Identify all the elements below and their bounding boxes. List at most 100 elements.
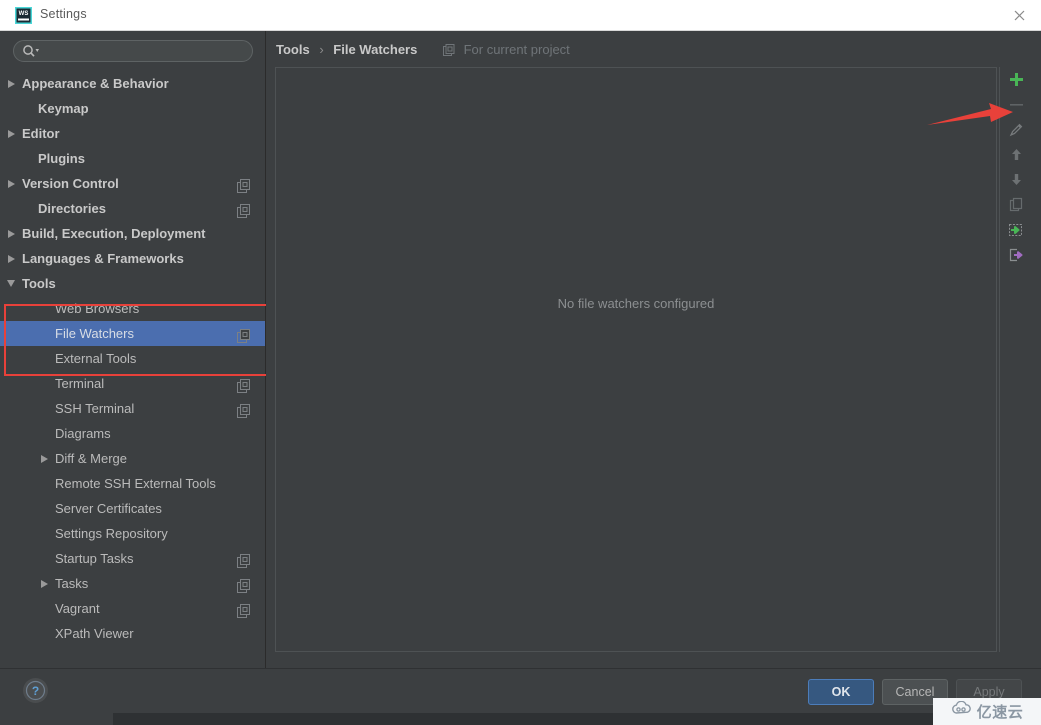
breadcrumb-separator: › xyxy=(319,42,324,57)
sidebar-item-file-watchers[interactable]: File Watchers xyxy=(0,321,265,346)
sidebar-item-label: Diff & Merge xyxy=(55,451,128,466)
watermark: 亿速云 xyxy=(933,698,1041,725)
move-down-button xyxy=(1000,167,1032,192)
project-scope-icon xyxy=(237,551,251,568)
sidebar-item-label: Web Browsers xyxy=(55,301,140,316)
sidebar-item-tasks[interactable]: Tasks xyxy=(0,571,265,596)
sidebar-item-editor[interactable]: Editor xyxy=(0,121,265,146)
sidebar-item-label: Directories xyxy=(38,201,106,216)
watermark-text: 亿速云 xyxy=(976,704,1024,721)
chevron-right-icon[interactable] xyxy=(37,446,51,471)
breadcrumb-parent[interactable]: Tools xyxy=(276,42,310,57)
sidebar-item-label: External Tools xyxy=(55,351,137,366)
sidebar-item-startup-tasks[interactable]: Startup Tasks xyxy=(0,546,265,571)
sidebar-item-version-control[interactable]: Version Control xyxy=(0,171,265,196)
sidebar-item-terminal[interactable]: Terminal xyxy=(0,371,265,396)
sidebar-item-diff-merge[interactable]: Diff & Merge xyxy=(0,446,265,471)
import-icon xyxy=(1008,222,1024,238)
project-scope-icon xyxy=(442,44,455,56)
copy-button xyxy=(1000,192,1032,217)
project-scope-icon xyxy=(237,326,251,343)
sidebar-item-label: Remote SSH External Tools xyxy=(55,476,216,491)
sidebar-item-label: Diagrams xyxy=(55,426,111,441)
dialog-body: Appearance & Behavior Keymap Editor Plugins… xyxy=(0,31,1041,668)
sidebar-item-label: Server Certificates xyxy=(55,501,162,516)
sidebar-item-server-certificates[interactable]: Server Certificates xyxy=(0,496,265,521)
sidebar-item-directories[interactable]: Directories xyxy=(0,196,265,221)
chevron-down-icon[interactable] xyxy=(4,271,18,296)
sidebar-item-label: Terminal xyxy=(55,376,105,391)
sidebar-item-label: Startup Tasks xyxy=(55,551,134,566)
export-button[interactable] xyxy=(1000,242,1032,267)
sidebar-item-label: Editor xyxy=(22,126,60,141)
sidebar-item-languages-frameworks[interactable]: Languages & Frameworks xyxy=(0,246,265,271)
sidebar-item-keymap[interactable]: Keymap xyxy=(0,96,265,121)
settings-sidebar: Appearance & Behavior Keymap Editor Plugins… xyxy=(0,31,270,668)
settings-dialog: WS Settings Appearance & Behavior Keymap… xyxy=(0,0,1041,725)
arrow-up-icon xyxy=(1009,147,1024,162)
remove-button xyxy=(1000,92,1032,117)
scope-note: For current project xyxy=(442,42,570,57)
sidebar-item-label: Appearance & Behavior xyxy=(22,76,169,91)
scope-note-label: For current project xyxy=(463,42,570,57)
import-button[interactable] xyxy=(1000,217,1032,242)
cloud-logo-icon xyxy=(951,700,973,722)
search-input[interactable] xyxy=(13,40,253,62)
pencil-icon xyxy=(1009,122,1024,137)
copy-icon xyxy=(1009,197,1024,212)
search-box[interactable] xyxy=(13,40,253,62)
chevron-right-icon[interactable] xyxy=(4,171,18,196)
sidebar-item-label: Vagrant xyxy=(55,601,100,616)
desktop-taskbar-strip xyxy=(0,713,1041,725)
move-up-button xyxy=(1000,142,1032,167)
chevron-right-icon[interactable] xyxy=(4,246,18,271)
title-bar: WS Settings xyxy=(0,0,1041,31)
empty-state-message: No file watchers configured xyxy=(557,296,715,311)
export-icon xyxy=(1008,247,1024,263)
window-title: Settings xyxy=(40,7,87,21)
sidebar-item-web-browsers[interactable]: Web Browsers xyxy=(0,296,265,321)
plus-icon xyxy=(1009,72,1024,87)
sidebar-item-label: Version Control xyxy=(22,176,119,191)
dialog-footer: ? OK Cancel Apply xyxy=(0,668,1041,713)
sidebar-item-label: SSH Terminal xyxy=(55,401,135,416)
settings-tree[interactable]: Appearance & Behavior Keymap Editor Plugins… xyxy=(0,71,265,666)
add-button[interactable] xyxy=(1000,67,1032,92)
chevron-right-icon[interactable] xyxy=(4,71,18,96)
project-scope-icon xyxy=(237,601,251,618)
sidebar-item-label: Tools xyxy=(22,276,56,291)
sidebar-item-remote-ssh-external-tools[interactable]: Remote SSH External Tools xyxy=(0,471,265,496)
sidebar-item-appearance-behavior[interactable]: Appearance & Behavior xyxy=(0,71,265,96)
file-watchers-panel: Tools › File Watchers For current projec… xyxy=(266,31,1041,668)
sidebar-item-plugins[interactable]: Plugins xyxy=(0,146,265,171)
breadcrumb: Tools › File Watchers For current projec… xyxy=(276,42,570,60)
chevron-right-icon[interactable] xyxy=(4,121,18,146)
edit-button xyxy=(1000,117,1032,142)
project-scope-icon xyxy=(237,376,251,393)
taskbar-left-segment xyxy=(0,713,113,725)
sidebar-item-settings-repository[interactable]: Settings Repository xyxy=(0,521,265,546)
sidebar-item-build-execution-deployment[interactable]: Build, Execution, Deployment xyxy=(0,221,265,246)
ok-button[interactable]: OK xyxy=(808,679,874,705)
help-button[interactable]: ? xyxy=(23,678,48,703)
close-icon[interactable] xyxy=(1009,6,1029,26)
svg-text:?: ? xyxy=(32,684,39,698)
watchers-list[interactable]: No file watchers configured xyxy=(275,67,997,652)
sidebar-item-label: Keymap xyxy=(38,101,89,116)
sidebar-item-label: Build, Execution, Deployment xyxy=(22,226,206,241)
sidebar-item-label: Plugins xyxy=(38,151,85,166)
sidebar-item-external-tools[interactable]: External Tools xyxy=(0,346,265,371)
chevron-right-icon[interactable] xyxy=(4,221,18,246)
sidebar-item-ssh-terminal[interactable]: SSH Terminal xyxy=(0,396,265,421)
sidebar-item-xpath-viewer[interactable]: XPath Viewer xyxy=(0,621,265,646)
sidebar-item-label: Settings Repository xyxy=(55,526,168,541)
sidebar-item-vagrant[interactable]: Vagrant xyxy=(0,596,265,621)
minus-icon xyxy=(1009,97,1024,112)
project-scope-icon xyxy=(237,576,251,593)
project-scope-icon xyxy=(237,176,251,193)
chevron-right-icon[interactable] xyxy=(37,571,51,596)
arrow-down-icon xyxy=(1009,172,1024,187)
sidebar-item-tools[interactable]: Tools xyxy=(0,271,265,296)
sidebar-item-diagrams[interactable]: Diagrams xyxy=(0,421,265,446)
svg-text:WS: WS xyxy=(19,11,29,17)
